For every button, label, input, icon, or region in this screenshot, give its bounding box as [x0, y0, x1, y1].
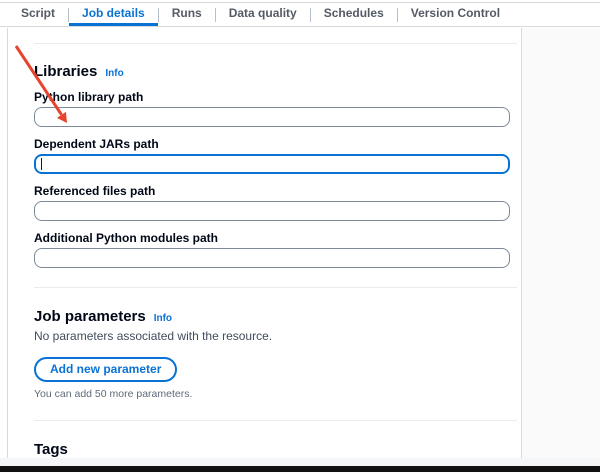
page-body: Libraries Info Python library path Depen… [0, 28, 600, 474]
add-new-parameter-button[interactable]: Add new parameter [34, 357, 178, 382]
tab-script[interactable]: Script [8, 3, 68, 26]
tab-schedules[interactable]: Schedules [311, 3, 397, 26]
tab-bar: Script Job details Runs Data quality Sch… [0, 2, 600, 27]
dependent-jars-path-field [34, 154, 510, 174]
referenced-files-path-input[interactable] [34, 201, 510, 221]
python-library-path-input[interactable] [34, 107, 510, 127]
libraries-section: Libraries Info Python library path Depen… [34, 63, 517, 268]
libraries-heading: Libraries [34, 63, 98, 80]
dependent-jars-path-label: Dependent JARs path [34, 137, 159, 151]
left-gutter [0, 28, 8, 458]
main-content: Libraries Info Python library path Depen… [8, 28, 522, 474]
job-details-screen: Script Job details Runs Data quality Sch… [0, 0, 600, 474]
text-cursor [41, 158, 42, 170]
tab-job-details[interactable]: Job details [69, 3, 158, 26]
dependent-jars-path-input[interactable] [34, 154, 510, 174]
tab-data-quality[interactable]: Data quality [216, 3, 310, 26]
bottom-strip [0, 458, 600, 466]
section-divider [34, 43, 517, 44]
section-divider [34, 420, 517, 421]
job-parameters-section: Job parameters Info No parameters associ… [34, 308, 517, 400]
job-parameters-heading: Job parameters [34, 308, 146, 325]
section-divider [34, 287, 517, 288]
python-library-path-field [34, 107, 510, 127]
right-panel [522, 28, 600, 458]
job-parameters-hint-text: You can add 50 more parameters. [34, 388, 193, 400]
tab-runs[interactable]: Runs [159, 3, 215, 26]
referenced-files-path-field [34, 201, 510, 221]
tags-heading: Tags [34, 441, 68, 458]
libraries-info-link[interactable]: Info [105, 68, 123, 79]
additional-python-modules-path-input[interactable] [34, 248, 510, 268]
python-library-path-label: Python library path [34, 90, 144, 104]
additional-python-modules-path-label: Additional Python modules path [34, 231, 218, 245]
job-parameters-empty-text: No parameters associated with the resour… [34, 329, 273, 343]
referenced-files-path-label: Referenced files path [34, 184, 156, 198]
tab-version-control[interactable]: Version Control [398, 3, 513, 26]
job-parameters-info-link[interactable]: Info [154, 313, 172, 324]
additional-python-modules-path-field [34, 248, 510, 268]
